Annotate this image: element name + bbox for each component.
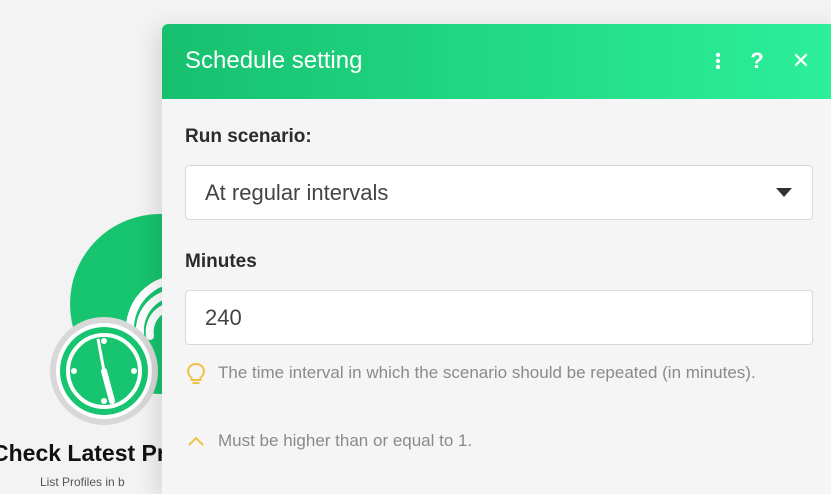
chevron-up-icon	[188, 436, 204, 446]
more-vertical-icon	[715, 52, 721, 70]
close-icon[interactable]: ✕	[788, 46, 814, 76]
run-scenario-value: At regular intervals	[205, 179, 389, 205]
validation-message: Must be higher than or equal to 1.	[185, 428, 472, 454]
clock-icon[interactable]	[48, 315, 160, 427]
caret-down-icon	[776, 188, 792, 197]
module-title: Check Latest Pr	[0, 440, 166, 466]
run-scenario-label: Run scenario:	[185, 126, 312, 147]
run-scenario-select[interactable]: At regular intervals	[185, 165, 813, 220]
lightbulb-icon	[186, 362, 206, 384]
dialog-title: Schedule setting	[185, 47, 363, 74]
validation-text: Must be higher than or equal to 1.	[218, 431, 473, 450]
schedule-setting-dialog: Schedule setting ? ✕ Run scenario: At re…	[162, 24, 831, 494]
dialog-header: Schedule setting ? ✕	[162, 24, 831, 99]
help-icon[interactable]: ?	[744, 46, 770, 76]
minutes-label: Minutes	[185, 251, 257, 272]
hint-text: The time interval in which the scenario …	[218, 363, 756, 382]
more-options-button[interactable]	[705, 46, 731, 76]
minutes-input[interactable]	[205, 304, 765, 331]
minutes-field-wrapper	[185, 290, 813, 345]
minutes-hint: The time interval in which the scenario …	[185, 360, 785, 386]
module-subtitle: List Profiles in b	[40, 475, 125, 489]
